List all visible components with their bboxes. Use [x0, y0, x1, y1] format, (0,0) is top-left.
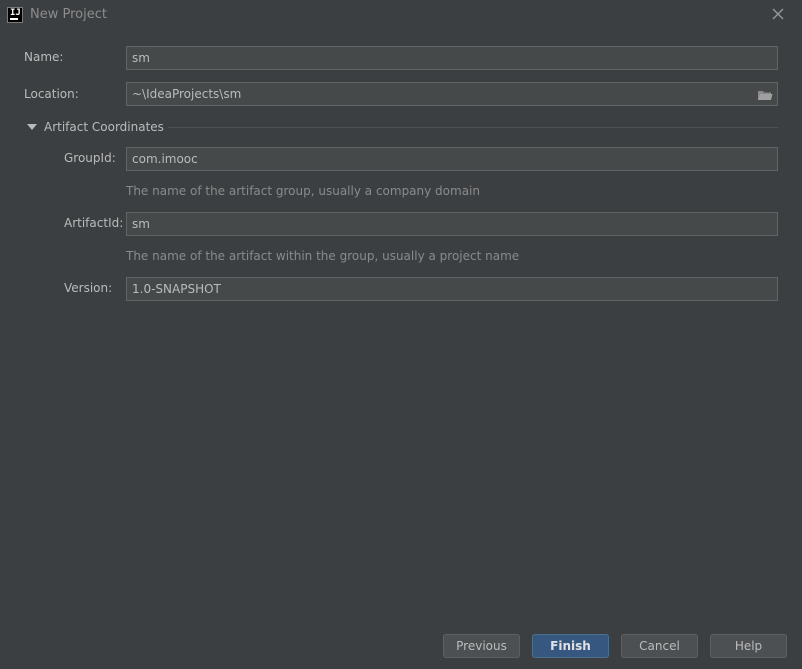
- window-title: New Project: [30, 7, 107, 22]
- artifact-coordinates-toggle[interactable]: Artifact Coordinates: [27, 119, 164, 135]
- group-id-hint: The name of the artifact group, usually …: [126, 184, 480, 198]
- finish-button[interactable]: Finish: [532, 634, 609, 658]
- artifact-id-input[interactable]: [126, 212, 778, 236]
- name-label: Name:: [24, 50, 64, 64]
- group-id-input[interactable]: [126, 147, 778, 171]
- help-button[interactable]: Help: [710, 634, 787, 658]
- browse-folder-icon[interactable]: [757, 89, 773, 101]
- previous-button[interactable]: Previous: [443, 634, 520, 658]
- location-input[interactable]: [126, 82, 778, 106]
- location-label: Location:: [24, 87, 79, 101]
- collapse-triangle-icon: [27, 124, 37, 130]
- artifact-id-label: ArtifactId:: [64, 216, 124, 230]
- intellij-idea-icon: IJ: [7, 7, 23, 23]
- version-label: Version:: [64, 281, 113, 295]
- version-input[interactable]: [126, 277, 778, 301]
- group-id-label: GroupId:: [64, 151, 116, 165]
- section-title: Artifact Coordinates: [44, 120, 164, 134]
- section-divider: [168, 127, 778, 128]
- close-icon[interactable]: [770, 6, 786, 22]
- name-input[interactable]: [126, 46, 778, 70]
- artifact-id-hint: The name of the artifact within the grou…: [126, 249, 520, 263]
- title-bar: IJ New Project: [0, 0, 802, 30]
- cancel-button[interactable]: Cancel: [621, 634, 698, 658]
